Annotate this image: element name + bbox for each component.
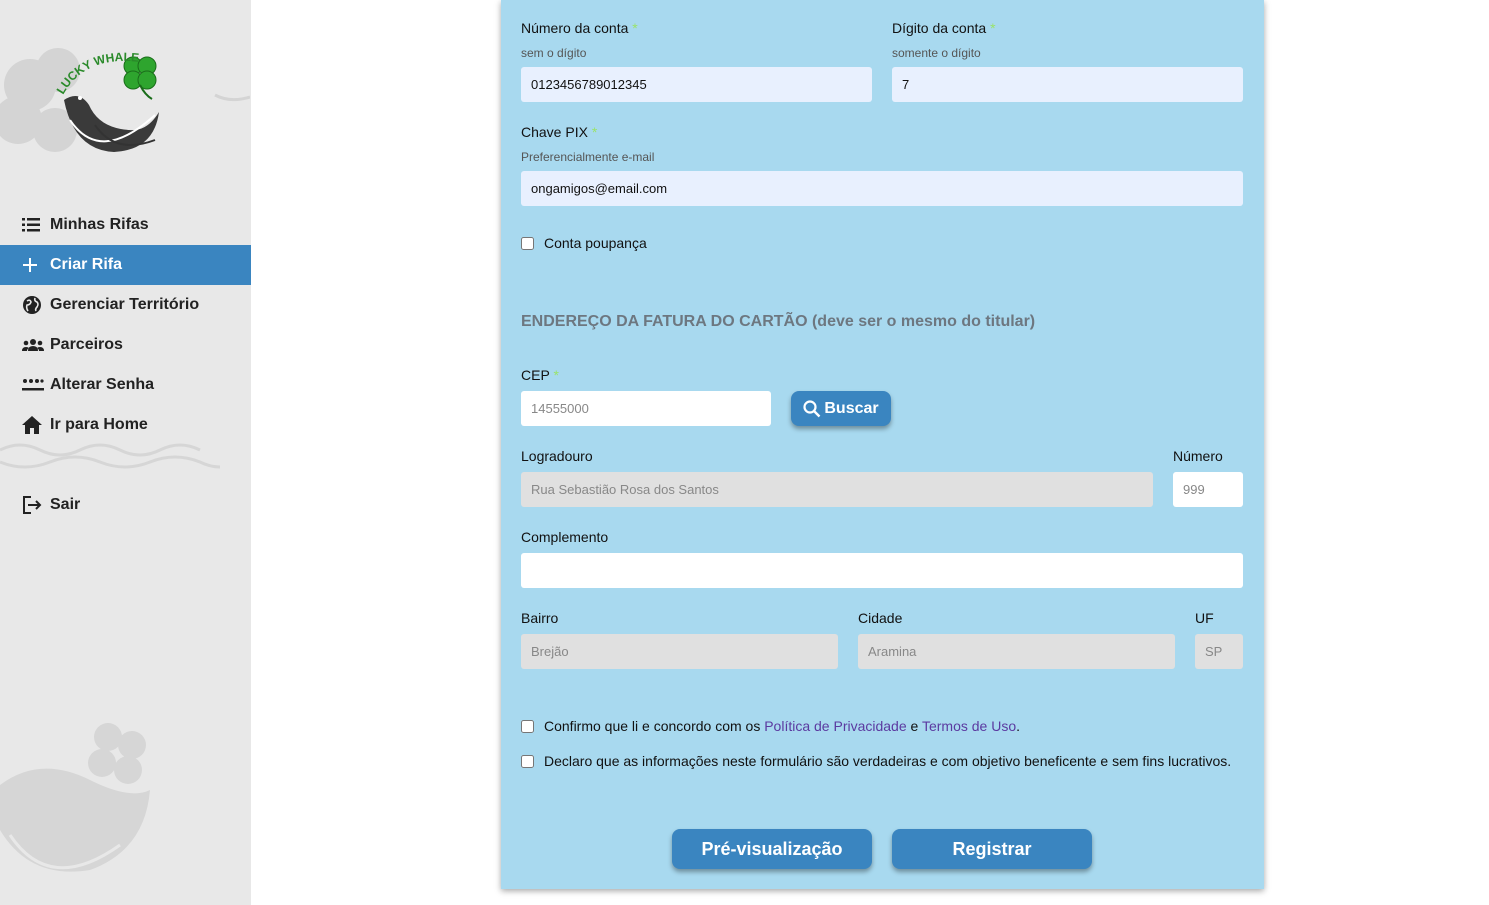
sidebar-item-ir-para-home[interactable]: Ir para Home [0, 405, 251, 445]
globe-icon [22, 295, 44, 315]
chave-pix-input[interactable] [521, 171, 1243, 206]
search-icon [803, 399, 821, 417]
declare-label: Declaro que as informações neste formulá… [544, 753, 1232, 769]
conta-poupanca-label: Conta poupança [544, 235, 647, 251]
numero-label: Número [1173, 448, 1223, 464]
digito-conta-hint: somente o dígito [892, 46, 981, 60]
sidebar-item-label: Ir para Home [50, 416, 148, 433]
numero-conta-input[interactable] [521, 67, 872, 102]
sidebar-item-sair[interactable]: Sair [0, 485, 251, 525]
group-icon [22, 335, 44, 355]
declare-checkbox[interactable] [521, 755, 534, 768]
sidebar: LUCKY WHALE Minhas Rifas Criar Rifa Gere… [0, 0, 251, 905]
rifa-form-card: Número da conta * sem o dígito Dígito da… [501, 0, 1264, 889]
uf-input[interactable] [1195, 634, 1243, 669]
sidebar-item-alterar-senha[interactable]: Alterar Senha [0, 365, 251, 405]
terms-of-use-link[interactable]: Termos de Uso [922, 718, 1016, 734]
preview-button[interactable]: Pré-visualização [672, 829, 872, 869]
cidade-input[interactable] [858, 634, 1175, 669]
cep-label: CEP * [521, 367, 559, 383]
whale-watermark [0, 723, 150, 872]
confirm-terms-label: Confirmo que li e concordo com os Políti… [544, 718, 1021, 734]
plus-icon [22, 255, 44, 275]
numero-conta-label: Número da conta * [521, 20, 638, 36]
sidebar-item-minhas-rifas[interactable]: Minhas Rifas [0, 205, 251, 245]
sidebar-item-label: Parceiros [50, 336, 123, 353]
uf-label: UF [1195, 610, 1214, 626]
cep-input[interactable] [521, 391, 771, 426]
buscar-button[interactable]: Buscar [791, 391, 891, 426]
privacy-policy-link[interactable]: Política de Privacidade [764, 718, 906, 734]
complemento-label: Complemento [521, 529, 609, 545]
numero-input[interactable] [1173, 472, 1243, 507]
wave-decoration [0, 443, 220, 469]
confirm-terms-checkbox[interactable] [521, 720, 534, 733]
sidebar-item-label: Criar Rifa [50, 256, 123, 273]
register-button[interactable]: Registrar [892, 829, 1092, 869]
address-section-title: ENDEREÇO DA FATURA DO CARTÃO (deve ser o… [521, 313, 1036, 330]
complemento-input[interactable] [521, 553, 1243, 588]
home-icon [22, 415, 44, 435]
list-icon [22, 215, 44, 235]
conta-poupanca-checkbox[interactable] [521, 237, 534, 250]
bairro-label: Bairro [521, 610, 559, 626]
bairro-input[interactable] [521, 634, 838, 669]
sidebar-item-label: Gerenciar Território [50, 296, 200, 313]
buscar-label: Buscar [824, 399, 879, 417]
sidebar-item-parceiros[interactable]: Parceiros [0, 325, 251, 365]
digito-conta-input[interactable] [892, 67, 1243, 102]
chave-pix-label: Chave PIX * [521, 124, 598, 140]
digito-conta-label: Dígito da conta * [892, 20, 996, 36]
logo-text: LUCKY WHALE [55, 50, 140, 96]
sidebar-item-label: Sair [50, 496, 81, 513]
sidebar-item-label: Minhas Rifas [50, 216, 149, 233]
svg-text:LUCKY WHALE: LUCKY WHALE [55, 50, 140, 96]
logradouro-label: Logradouro [521, 448, 593, 464]
logradouro-input[interactable] [521, 472, 1153, 507]
sidebar-item-criar-rifa[interactable]: Criar Rifa [0, 245, 251, 285]
password-icon [22, 375, 44, 395]
numero-conta-hint: sem o dígito [521, 46, 587, 60]
sidebar-item-gerenciar-territorio[interactable]: Gerenciar Território [0, 285, 251, 325]
cidade-label: Cidade [858, 610, 903, 626]
chave-pix-hint: Preferencialmente e-mail [521, 150, 655, 164]
sidebar-item-label: Alterar Senha [50, 376, 155, 393]
logout-icon [22, 495, 44, 515]
